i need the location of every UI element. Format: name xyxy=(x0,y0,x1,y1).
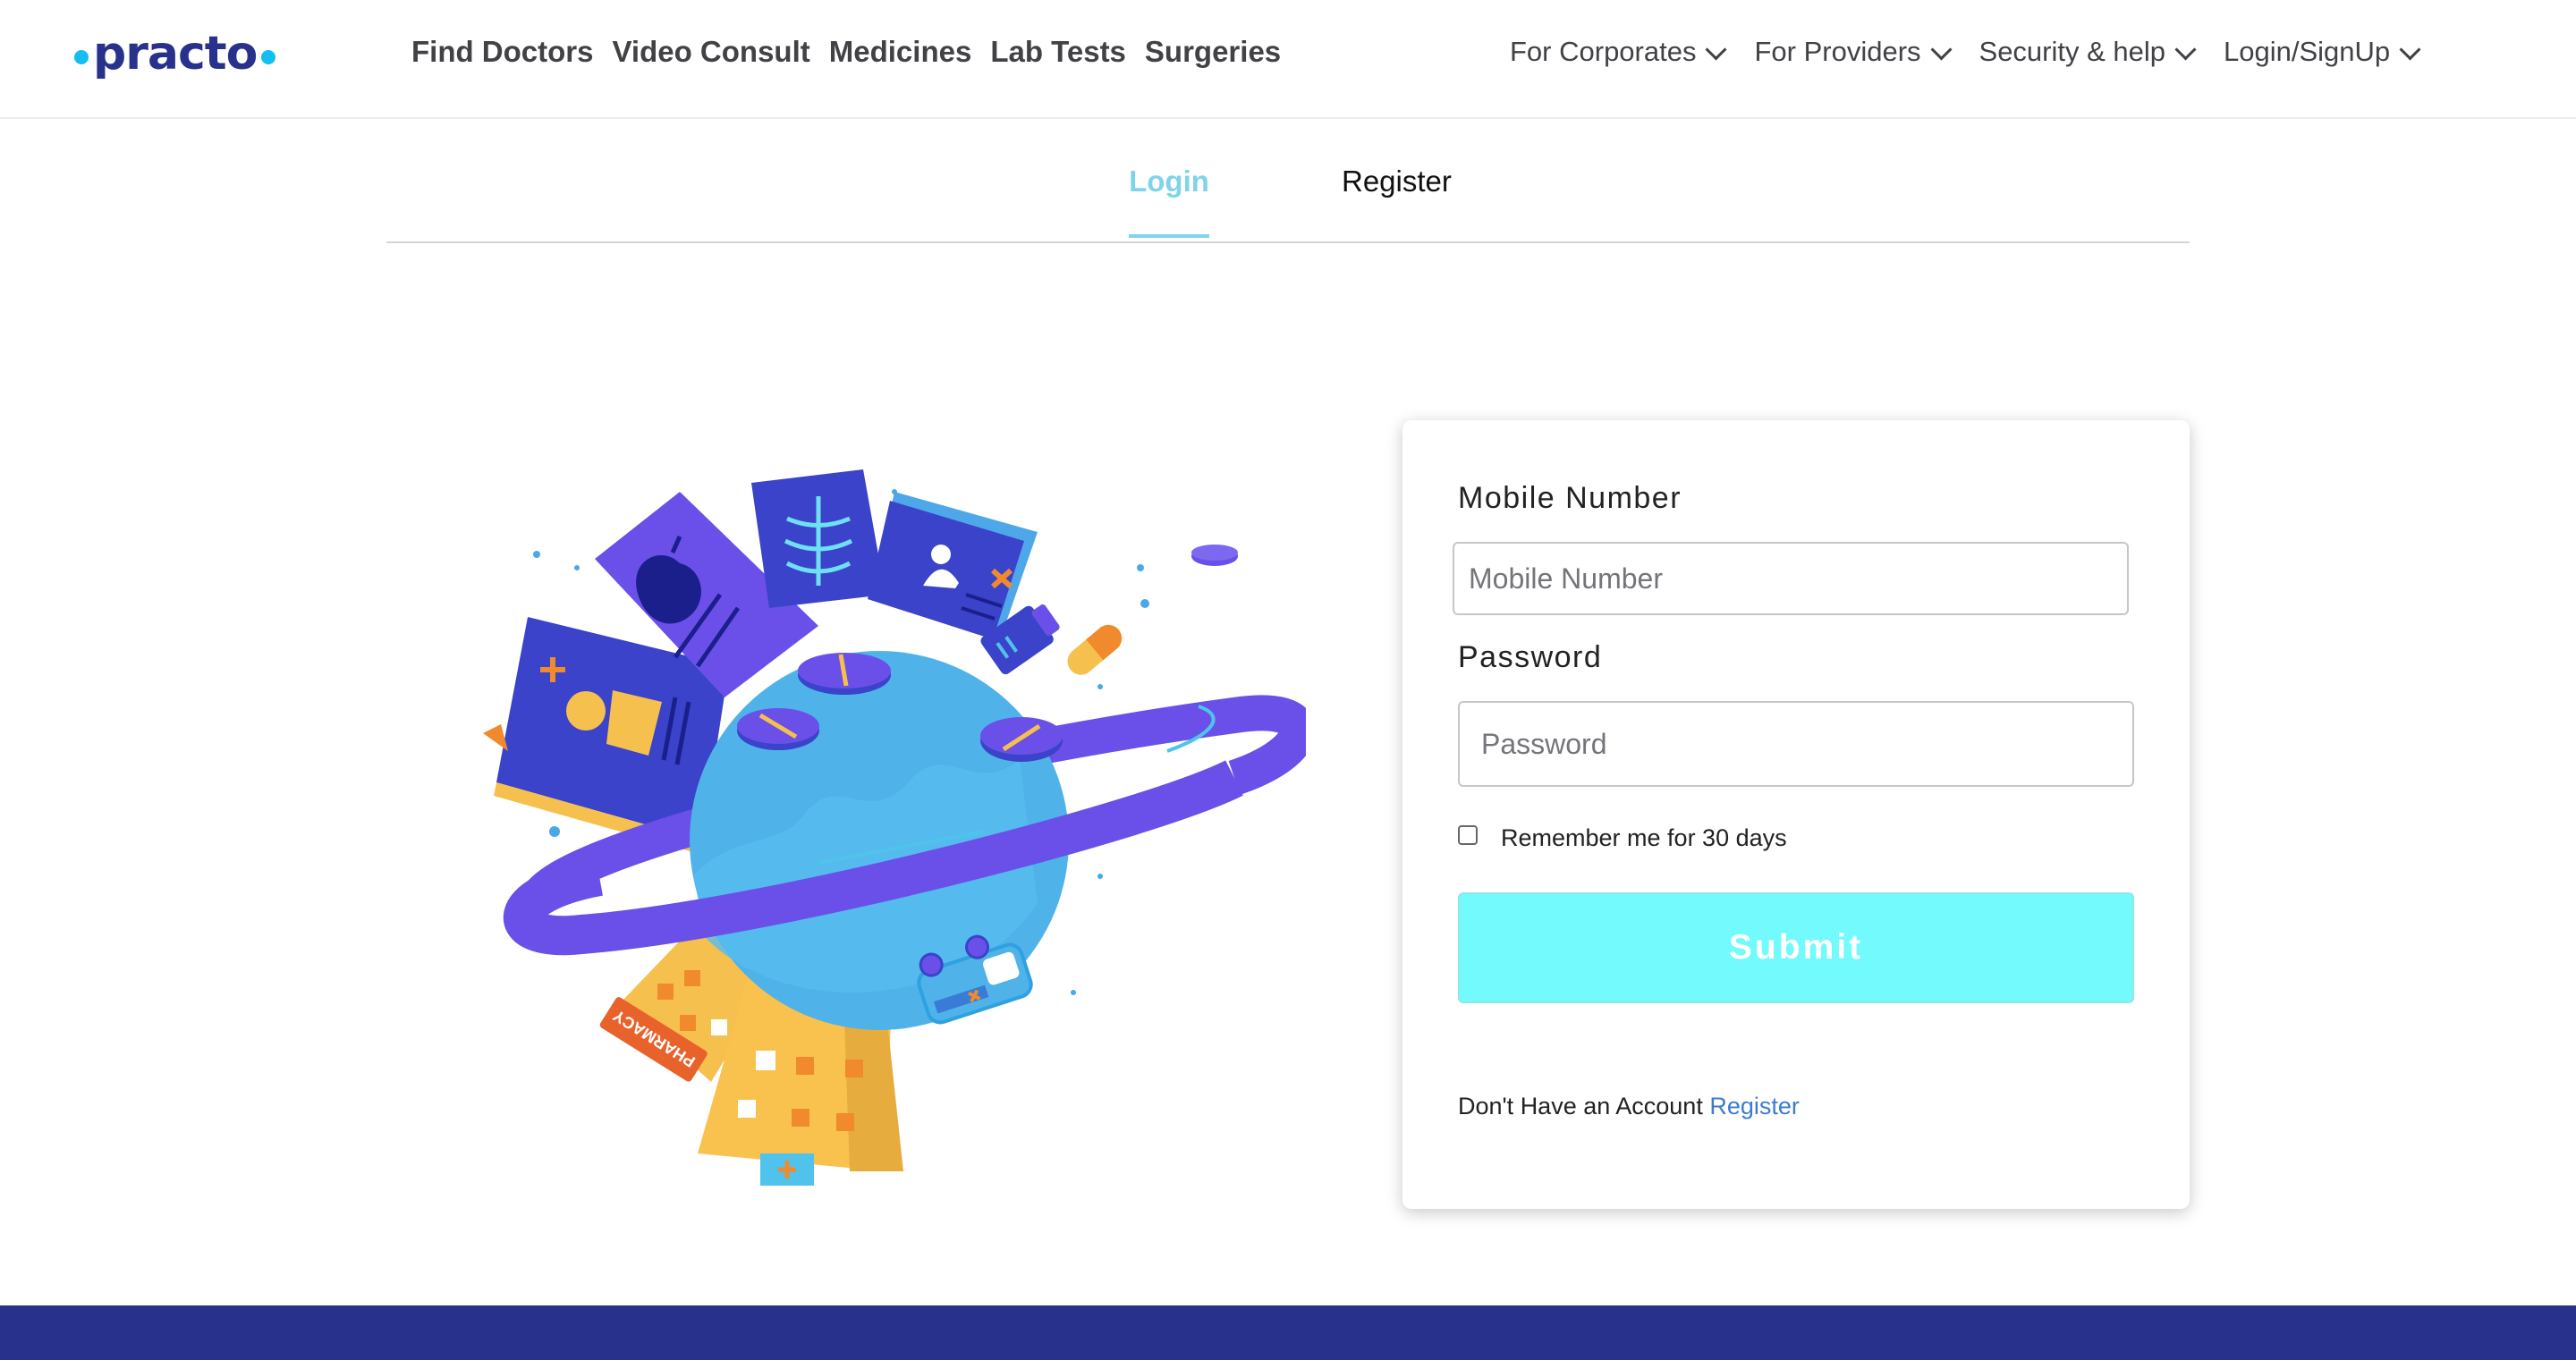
chevron-down-icon xyxy=(2174,38,2197,61)
remember-me-checkbox[interactable] xyxy=(1458,824,1478,845)
pill-icon xyxy=(798,653,891,695)
nav-surgeries[interactable]: Surgeries xyxy=(1145,30,1281,73)
nav-for-corporates-dropdown[interactable]: For Corporates xyxy=(1510,30,1727,73)
remember-me-label: Remember me for 30 days xyxy=(1501,824,1787,851)
logo-dot-right xyxy=(261,50,276,64)
nav-for-corporates-label: For Corporates xyxy=(1510,36,1697,67)
nav-security-help-dropdown[interactable]: Security & help xyxy=(1979,30,2197,73)
main-nav: Find Doctors Video Consult Medicines Lab… xyxy=(411,30,1300,73)
tab-register[interactable]: Register xyxy=(1342,159,1452,204)
illustration-svg: PHARMACY xyxy=(483,469,1317,1186)
login-card: Mobile Number Password Remember me for 3… xyxy=(1402,420,2190,1209)
tab-login[interactable]: Login xyxy=(1129,159,1209,238)
password-input[interactable] xyxy=(1458,701,2134,787)
no-account-prompt: Don't Have an Account Register xyxy=(1458,1093,1800,1120)
mobile-number-input[interactable] xyxy=(1453,542,2129,615)
tab-login-label: Login xyxy=(1129,165,1209,198)
submit-button[interactable]: Submit xyxy=(1458,892,2134,1003)
nav-login-signup-dropdown[interactable]: Login/SignUp xyxy=(2224,30,2421,73)
healthcare-planet-illustration: PHARMACY xyxy=(465,456,1317,1198)
pill-icon xyxy=(737,708,819,750)
capsule-icon xyxy=(1067,624,1123,675)
mobile-number-label: Mobile Number xyxy=(1458,481,1682,515)
chevron-down-icon xyxy=(2399,38,2421,61)
nav-for-providers-dropdown[interactable]: For Providers xyxy=(1754,30,1953,73)
pill-icon xyxy=(980,717,1063,762)
nav-medicines[interactable]: Medicines xyxy=(829,30,972,73)
secondary-nav: For Corporates For Providers Security & … xyxy=(1510,30,2448,73)
auth-tabs: Login Register xyxy=(386,143,2190,243)
xray-card-icon xyxy=(751,469,886,608)
top-navbar: practo Find Doctors Video Consult Medici… xyxy=(0,0,2576,119)
footer-bar xyxy=(0,1305,2576,1360)
nav-find-doctors[interactable]: Find Doctors xyxy=(411,30,594,73)
no-account-text: Don't Have an Account xyxy=(1458,1093,1703,1119)
register-link[interactable]: Register xyxy=(1709,1093,1800,1119)
nav-video-consult[interactable]: Video Consult xyxy=(613,30,810,73)
nav-login-signup-label: Login/SignUp xyxy=(2224,36,2391,67)
nav-security-help-label: Security & help xyxy=(1979,36,2166,67)
tab-register-label: Register xyxy=(1342,165,1452,198)
password-label: Password xyxy=(1458,640,1603,674)
nav-lab-tests[interactable]: Lab Tests xyxy=(990,30,1126,73)
logo-text: practo xyxy=(93,27,258,80)
logo-dot-left xyxy=(74,50,89,64)
remember-me-row: Remember me for 30 days xyxy=(1458,817,1787,852)
chevron-down-icon xyxy=(1705,38,1727,61)
practo-logo[interactable]: practo xyxy=(70,27,280,80)
nav-for-providers-label: For Providers xyxy=(1754,36,1921,67)
chevron-down-icon xyxy=(1929,38,1953,61)
active-tab-indicator xyxy=(1129,234,1209,238)
